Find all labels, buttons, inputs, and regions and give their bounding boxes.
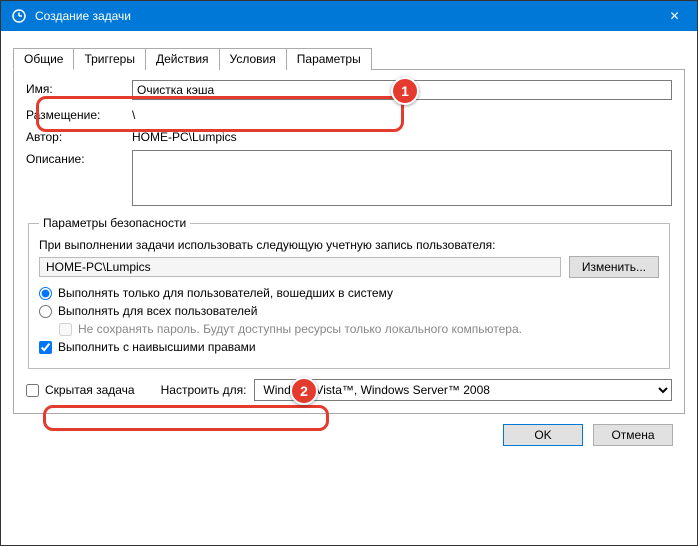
close-button[interactable]: ✕ [652, 1, 697, 31]
hidden-task-check[interactable]: Скрытая задача [26, 383, 135, 397]
hidden-task-input[interactable] [26, 384, 39, 397]
tab-actions[interactable]: Действия [145, 48, 220, 70]
description-label: Описание: [26, 150, 126, 166]
account-value: HOME-PC\Lumpics [39, 257, 561, 277]
security-legend: Параметры безопасности [39, 216, 190, 230]
name-input[interactable] [132, 80, 672, 100]
configure-for-select[interactable]: Windows Vista™, Windows Server™ 2008 [254, 379, 672, 401]
radio-logged-on[interactable]: Выполнять только для пользователей, воше… [39, 286, 659, 300]
author-label: Автор: [26, 128, 126, 144]
ok-button[interactable]: OK [503, 424, 583, 446]
dialog-buttons: OK Отмена [13, 414, 685, 458]
tab-bar: Общие Триггеры Действия Условия Параметр… [13, 47, 685, 70]
tab-conditions[interactable]: Условия [219, 48, 287, 70]
radio-any-user-label: Выполнять для всех пользователей [58, 304, 257, 318]
radio-logged-on-input[interactable] [39, 287, 52, 300]
radio-logged-on-label: Выполнять только для пользователей, воше… [58, 286, 393, 300]
tab-triggers[interactable]: Триггеры [73, 48, 146, 70]
highest-priv-label: Выполнить с наивысшими правами [58, 340, 256, 354]
author-value: HOME-PC\Lumpics [132, 128, 237, 144]
save-password-check: Не сохранять пароль. Будут доступны ресу… [59, 322, 659, 336]
location-label: Размещение: [26, 106, 126, 122]
clock-icon [11, 8, 27, 24]
highest-priv-input[interactable] [39, 341, 52, 354]
window-title: Создание задачи [35, 9, 131, 23]
name-label: Имя: [26, 80, 126, 96]
dialog-content: Общие Триггеры Действия Условия Параметр… [1, 31, 697, 470]
close-icon: ✕ [669, 9, 679, 23]
location-value: \ [132, 106, 135, 122]
radio-any-user[interactable]: Выполнять для всех пользователей [39, 304, 659, 318]
account-hint: При выполнении задачи использовать следу… [39, 238, 659, 252]
tab-settings[interactable]: Параметры [286, 48, 372, 70]
titlebar: Создание задачи ✕ [1, 1, 697, 31]
security-group: Параметры безопасности При выполнении за… [28, 216, 670, 369]
tab-general[interactable]: Общие [13, 48, 74, 70]
highest-priv-check[interactable]: Выполнить с наивысшими правами [39, 340, 659, 354]
radio-any-user-input[interactable] [39, 305, 52, 318]
cancel-button[interactable]: Отмена [593, 424, 673, 446]
save-password-label: Не сохранять пароль. Будут доступны ресу… [78, 322, 522, 336]
tab-body-general: Имя: Размещение: \ Автор: HOME-PC\Lumpic… [13, 70, 685, 414]
save-password-input [59, 323, 72, 336]
description-input[interactable] [132, 150, 672, 206]
change-user-button[interactable]: Изменить... [569, 256, 659, 278]
configure-for-label: Настроить для: [161, 383, 247, 397]
hidden-task-label: Скрытая задача [45, 383, 135, 397]
